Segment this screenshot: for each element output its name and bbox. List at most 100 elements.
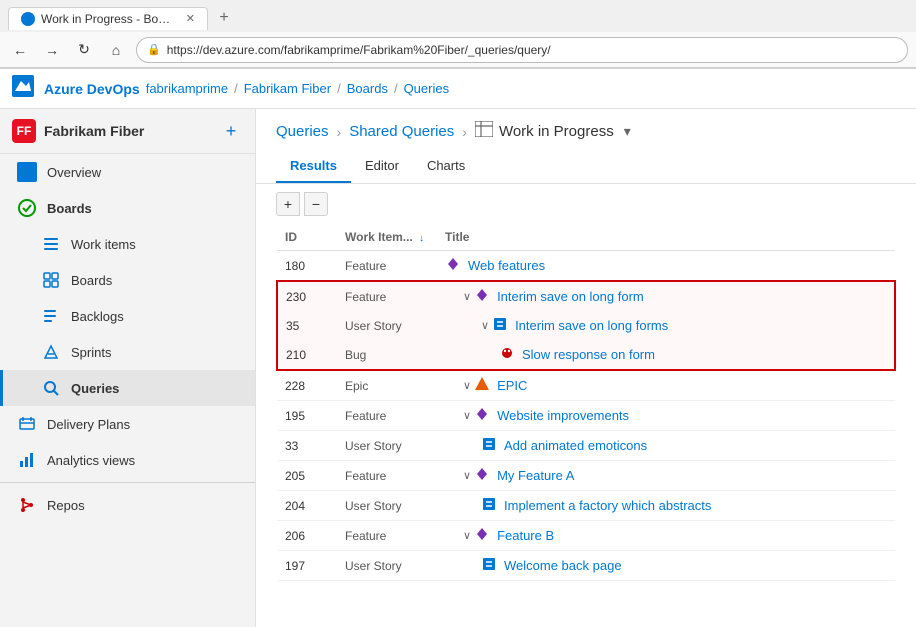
sidebar-add-button[interactable]: + bbox=[219, 119, 243, 143]
work-item-link[interactable]: Feature B bbox=[497, 528, 554, 543]
sidebar-item-delivery-plans[interactable]: Delivery Plans bbox=[0, 406, 255, 442]
expand-icon[interactable]: ∨ bbox=[463, 469, 471, 482]
ado-brand-text: Azure DevOps bbox=[44, 81, 140, 97]
col-header-title: Title bbox=[437, 224, 895, 251]
sidebar-queries-label: Queries bbox=[71, 381, 119, 396]
breadcrumb-project[interactable]: Fabrikam Fiber bbox=[244, 81, 331, 96]
expand-icon[interactable]: ∨ bbox=[463, 290, 471, 303]
work-item-link[interactable]: Add animated emoticons bbox=[504, 438, 647, 453]
sidebar-header: FF Fabrikam Fiber + bbox=[0, 109, 255, 154]
sidebar-item-boards-group[interactable]: Boards bbox=[0, 190, 255, 226]
breadcrumb-boards[interactable]: Boards bbox=[347, 81, 388, 96]
cell-title[interactable]: Add animated emoticons bbox=[437, 431, 895, 461]
cell-id: 205 bbox=[277, 461, 337, 491]
tab-editor[interactable]: Editor bbox=[351, 150, 413, 183]
cell-id: 195 bbox=[277, 401, 337, 431]
cell-title[interactable]: Slow response on form bbox=[437, 340, 895, 370]
cell-title[interactable]: ∨ Website improvements bbox=[437, 401, 895, 431]
sidebar-item-repos[interactable]: Repos bbox=[0, 487, 255, 523]
work-item-link[interactable]: Interim save on long forms bbox=[515, 318, 668, 333]
content-breadcrumb: Queries › Shared Queries › Work in Progr… bbox=[256, 109, 916, 142]
cell-title[interactable]: ∨ Feature B bbox=[437, 521, 895, 551]
cell-title[interactable]: ∨ Interim save on long forms bbox=[437, 311, 895, 340]
tab-title: Work in Progress - Boards bbox=[41, 12, 176, 26]
sidebar-item-overview-label: Overview bbox=[47, 165, 101, 180]
expand-icon[interactable]: ∨ bbox=[463, 379, 471, 392]
cell-title[interactable]: Welcome back page bbox=[437, 551, 895, 581]
table-row: 35User Story∨Interim save on long forms bbox=[277, 311, 895, 340]
active-tab[interactable]: Work in Progress - Boards ✕ bbox=[8, 7, 208, 30]
table-row: 195Feature∨Website improvements bbox=[277, 401, 895, 431]
sidebar-item-boards[interactable]: Boards bbox=[0, 262, 255, 298]
expand-icon[interactable]: ∨ bbox=[463, 409, 471, 422]
table-row: 230Feature∨Interim save on long form bbox=[277, 281, 895, 311]
work-item-link[interactable]: Web features bbox=[468, 258, 545, 273]
cell-title[interactable]: Implement a factory which abstracts bbox=[437, 491, 895, 521]
cell-type: User Story bbox=[337, 311, 437, 340]
sidebar-boards-group-label: Boards bbox=[47, 201, 92, 216]
cell-type: Feature bbox=[337, 461, 437, 491]
url-input[interactable]: 🔒 https://dev.azure.com/fabrikamprime/Fa… bbox=[136, 37, 908, 63]
breadcrumb-queries-link[interactable]: Queries bbox=[276, 123, 329, 140]
cell-id: 197 bbox=[277, 551, 337, 581]
cell-id: 228 bbox=[277, 370, 337, 401]
col-header-type[interactable]: Work Item... ↓ bbox=[337, 224, 437, 251]
cell-title[interactable]: ∨ Interim save on long form bbox=[437, 281, 895, 311]
sidebar-item-analytics[interactable]: Analytics views bbox=[0, 442, 255, 478]
expand-icon[interactable]: ∨ bbox=[463, 529, 471, 542]
new-tab-button[interactable]: + bbox=[212, 6, 236, 30]
work-item-link[interactable]: Welcome back page bbox=[504, 558, 622, 573]
breadcrumb-shared-queries-link[interactable]: Shared Queries bbox=[349, 123, 454, 140]
work-item-type-icon bbox=[481, 496, 497, 515]
tab-close-button[interactable]: ✕ bbox=[186, 12, 195, 25]
content-sep-2: › bbox=[462, 124, 467, 140]
address-bar: ← → ↻ ⌂ 🔒 https://dev.azure.com/fabrikam… bbox=[0, 32, 916, 68]
sidebar-item-sprints[interactable]: Sprints bbox=[0, 334, 255, 370]
expand-all-button[interactable]: + bbox=[276, 192, 300, 216]
breadcrumb-queries[interactable]: Queries bbox=[404, 81, 450, 96]
cell-title[interactable]: ∨ EPIC bbox=[437, 370, 895, 401]
sidebar-item-overview[interactable]: Overview bbox=[0, 154, 255, 190]
query-caret-button[interactable]: ▾ bbox=[624, 123, 631, 140]
expand-icon[interactable]: ∨ bbox=[481, 319, 489, 332]
refresh-button[interactable]: ↻ bbox=[72, 38, 96, 62]
work-item-link[interactable]: Website improvements bbox=[497, 408, 629, 423]
work-item-link[interactable]: My Feature A bbox=[497, 468, 574, 483]
home-button[interactable]: ⌂ bbox=[104, 38, 128, 62]
cell-title[interactable]: Web features bbox=[437, 251, 895, 282]
sprints-icon bbox=[41, 342, 61, 362]
cell-title[interactable]: ∨ My Feature A bbox=[437, 461, 895, 491]
breadcrumb-sep-1: / bbox=[234, 81, 238, 96]
ado-header: Azure DevOps fabrikamprime / Fabrikam Fi… bbox=[0, 69, 916, 109]
sidebar-work-items-label: Work items bbox=[71, 237, 136, 252]
sidebar-item-queries[interactable]: Queries bbox=[0, 370, 255, 406]
lock-icon: 🔒 bbox=[147, 43, 161, 56]
main-layout: FF Fabrikam Fiber + Overview Boards Work… bbox=[0, 109, 916, 627]
work-item-link[interactable]: Slow response on form bbox=[522, 347, 655, 362]
col-header-id: ID bbox=[277, 224, 337, 251]
breadcrumb-org[interactable]: fabrikamprime bbox=[146, 81, 228, 96]
content-sep-1: › bbox=[337, 124, 342, 140]
table-row: 33User StoryAdd animated emoticons bbox=[277, 431, 895, 461]
work-item-link[interactable]: Interim save on long form bbox=[497, 289, 644, 304]
results-table: ID Work Item... ↓ Title 180FeatureWeb fe… bbox=[276, 224, 896, 581]
boards-icon bbox=[41, 270, 61, 290]
work-item-type-icon bbox=[481, 436, 497, 455]
sidebar: FF Fabrikam Fiber + Overview Boards Work… bbox=[0, 109, 256, 627]
forward-button[interactable]: → bbox=[40, 38, 64, 62]
work-item-link[interactable]: Implement a factory which abstracts bbox=[504, 498, 711, 513]
cell-type: Feature bbox=[337, 251, 437, 282]
tab-results[interactable]: Results bbox=[276, 150, 351, 183]
sidebar-boards-label: Boards bbox=[71, 273, 112, 288]
table-row: 205Feature ∨ My Feature A bbox=[277, 461, 895, 491]
work-item-link[interactable]: EPIC bbox=[497, 378, 527, 393]
sidebar-item-backlogs[interactable]: Backlogs bbox=[0, 298, 255, 334]
query-table-icon bbox=[475, 121, 493, 142]
work-item-type-icon bbox=[481, 556, 497, 575]
sidebar-item-work-items[interactable]: Work items bbox=[0, 226, 255, 262]
tab-charts[interactable]: Charts bbox=[413, 150, 479, 183]
back-button[interactable]: ← bbox=[8, 38, 32, 62]
collapse-all-button[interactable]: − bbox=[304, 192, 328, 216]
url-text: https://dev.azure.com/fabrikamprime/Fabr… bbox=[167, 43, 551, 57]
work-item-type-icon bbox=[499, 345, 515, 364]
